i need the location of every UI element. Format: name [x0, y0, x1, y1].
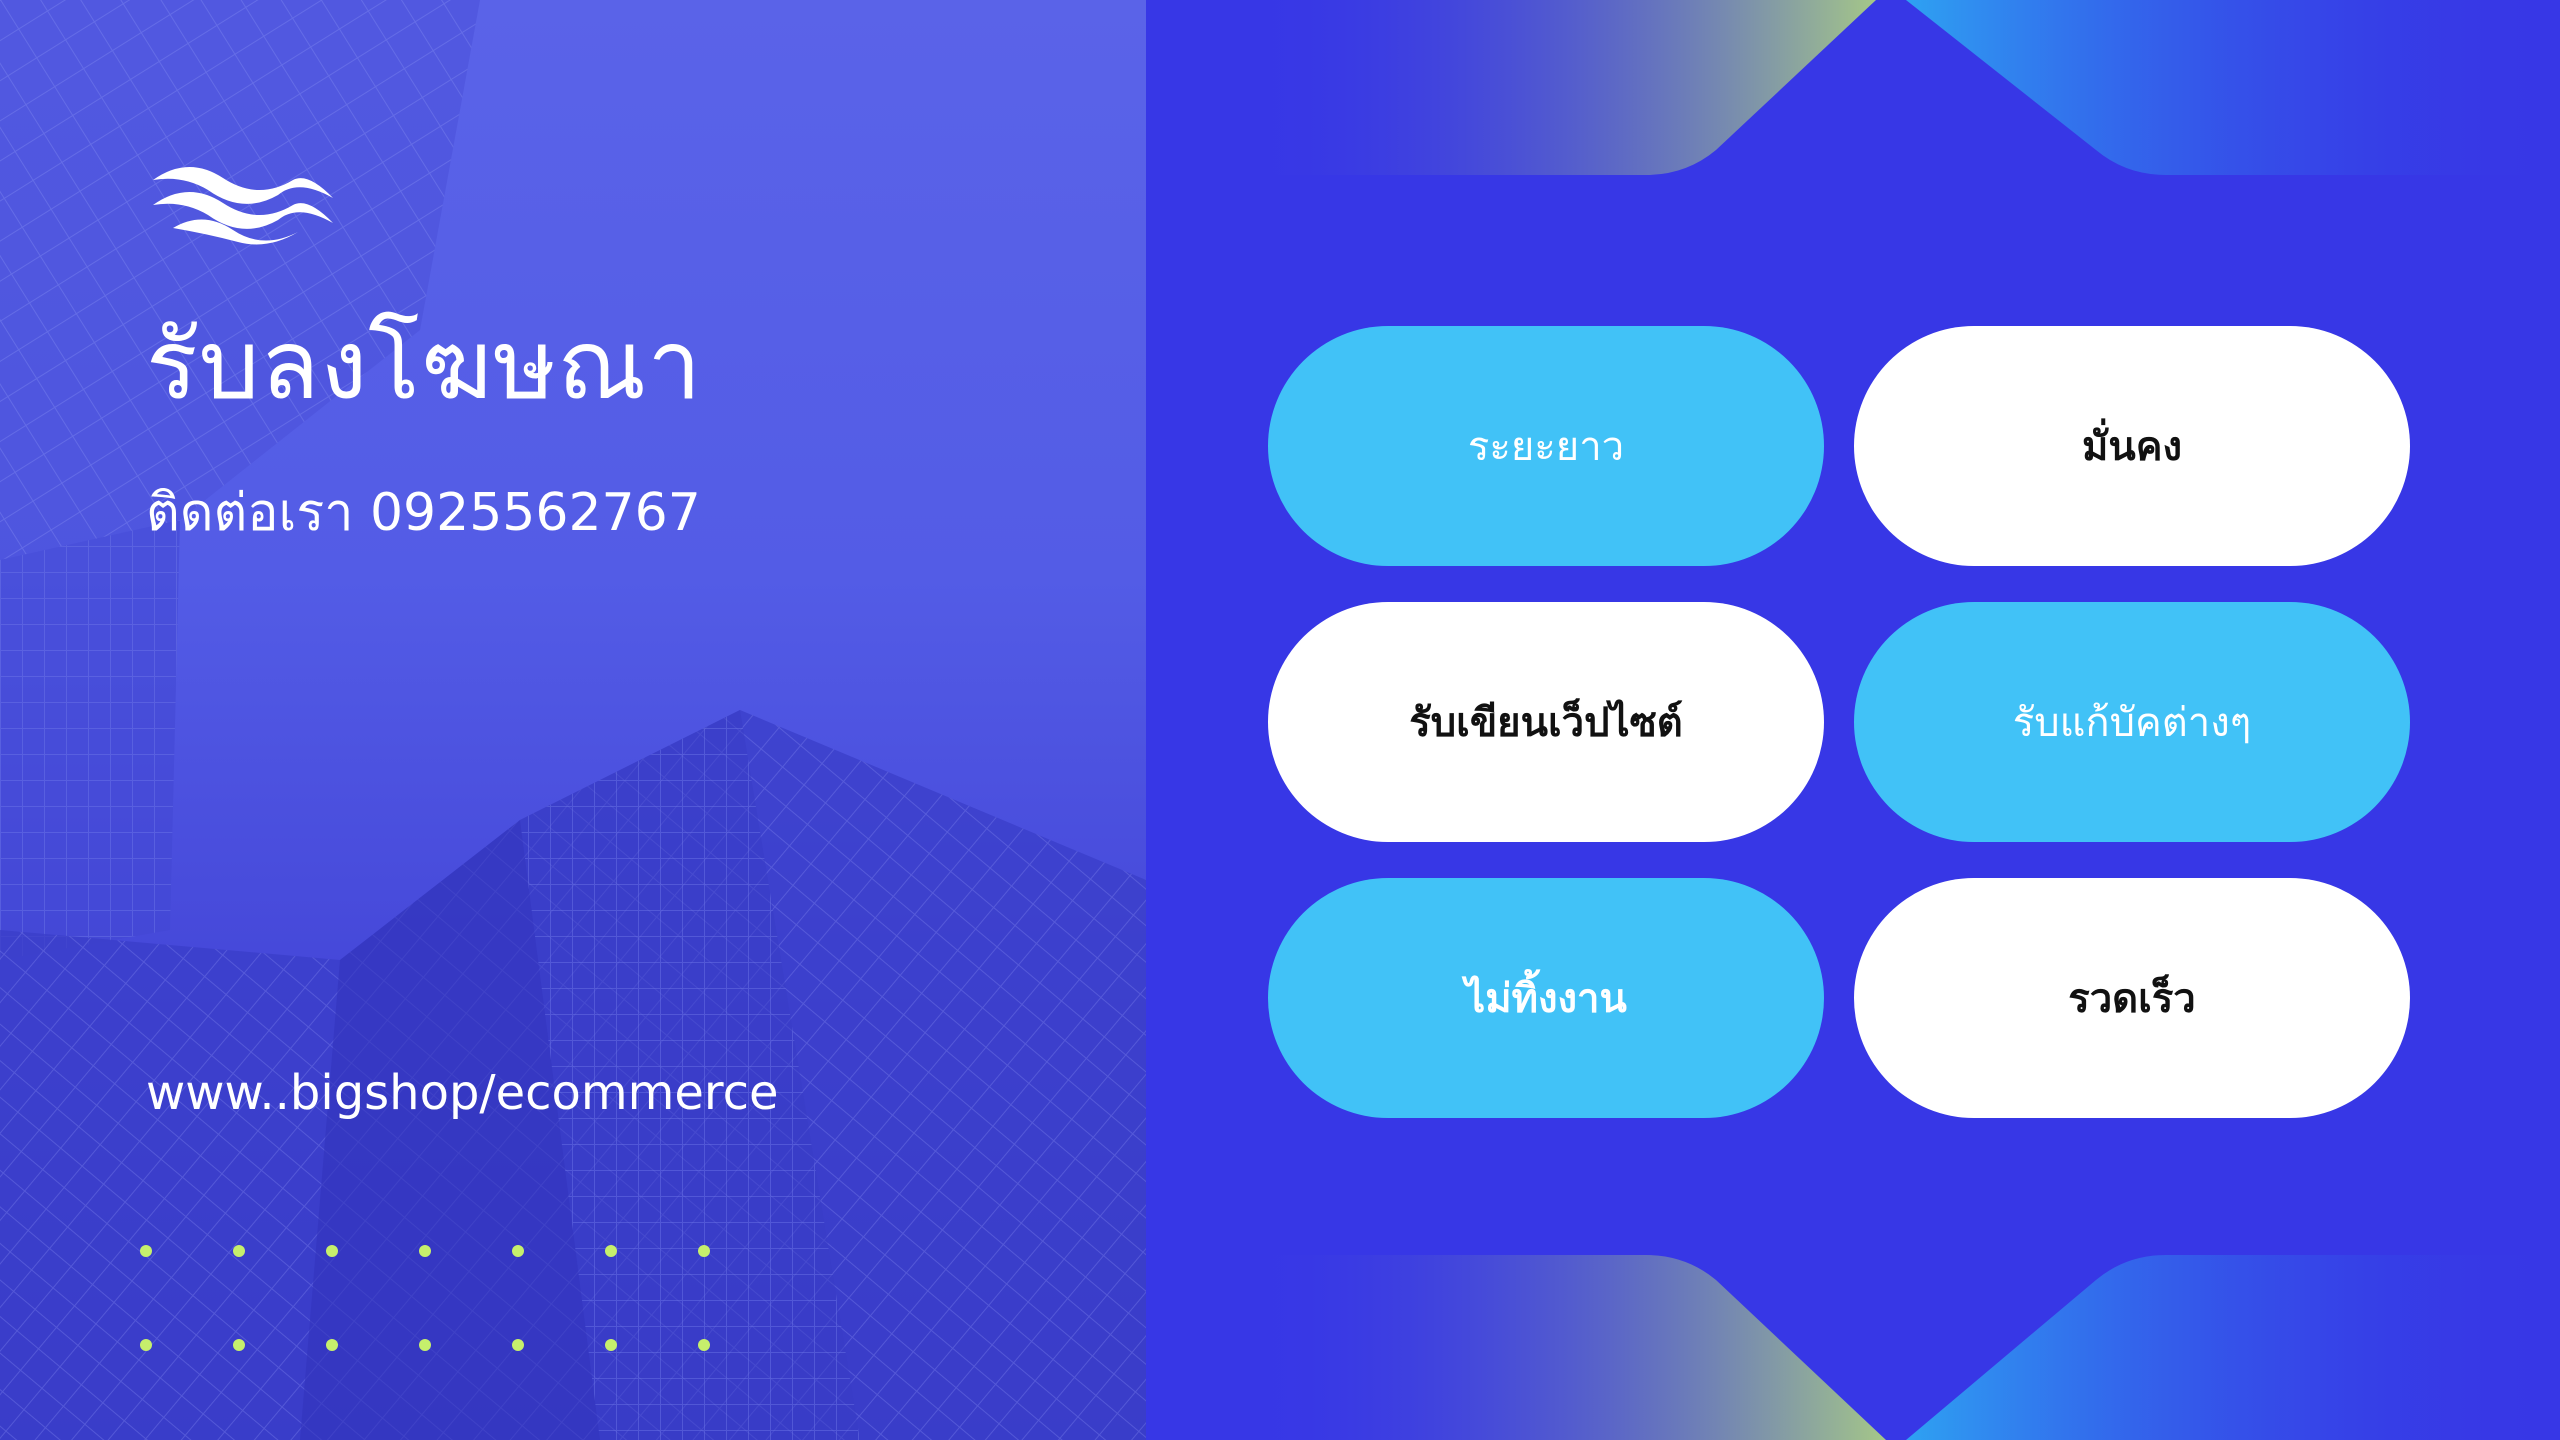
- decorative-dot: [698, 1339, 710, 1351]
- bottom-right-chevron-decoration: [1906, 1255, 2560, 1440]
- page-title: รับลงโฆษณา: [146, 309, 703, 421]
- wave-logo-icon: [153, 166, 333, 245]
- decorative-dot: [326, 1245, 338, 1257]
- decorative-dot: [419, 1245, 431, 1257]
- decorative-dot: [605, 1245, 617, 1257]
- decorative-dot: [140, 1245, 152, 1257]
- left-panel: รับลงโฆษณา ติดต่อเรา 0925562767 www..big…: [0, 0, 1146, 1440]
- decorative-dot: [512, 1245, 524, 1257]
- feature-pill[interactable]: รับเขียนเว็ปไซต์: [1268, 602, 1824, 842]
- decorative-dot: [326, 1339, 338, 1351]
- dot-grid-decoration: [140, 1245, 740, 1375]
- decorative-dot: [419, 1339, 431, 1351]
- feature-pill[interactable]: รวดเร็ว: [1854, 878, 2410, 1118]
- decorative-dot: [233, 1339, 245, 1351]
- decorative-dot: [512, 1339, 524, 1351]
- website-link[interactable]: www..bigshop/ecommerce: [146, 1058, 779, 1128]
- right-panel: ระยะยาว มั่นคง รับเขียนเว็ปไซต์ รับแก้บัคต่…: [1146, 0, 2560, 1440]
- bottom-left-chevron-decoration: [1246, 1255, 1886, 1440]
- feature-pill[interactable]: ไม่ทิ้งงาน: [1268, 878, 1824, 1118]
- top-right-chevron-decoration: [1906, 0, 2560, 175]
- top-left-chevron-decoration: [1246, 0, 1876, 175]
- feature-pill[interactable]: มั่นคง: [1854, 326, 2410, 566]
- decorative-dot: [605, 1339, 617, 1351]
- feature-pill[interactable]: ระยะยาว: [1268, 326, 1824, 566]
- decorative-dot: [698, 1245, 710, 1257]
- feature-pill[interactable]: รับแก้บัคต่างๆ: [1854, 602, 2410, 842]
- decorative-dot: [233, 1245, 245, 1257]
- decorative-dot: [140, 1339, 152, 1351]
- contact-text: ติดต่อเรา 0925562767: [146, 483, 701, 543]
